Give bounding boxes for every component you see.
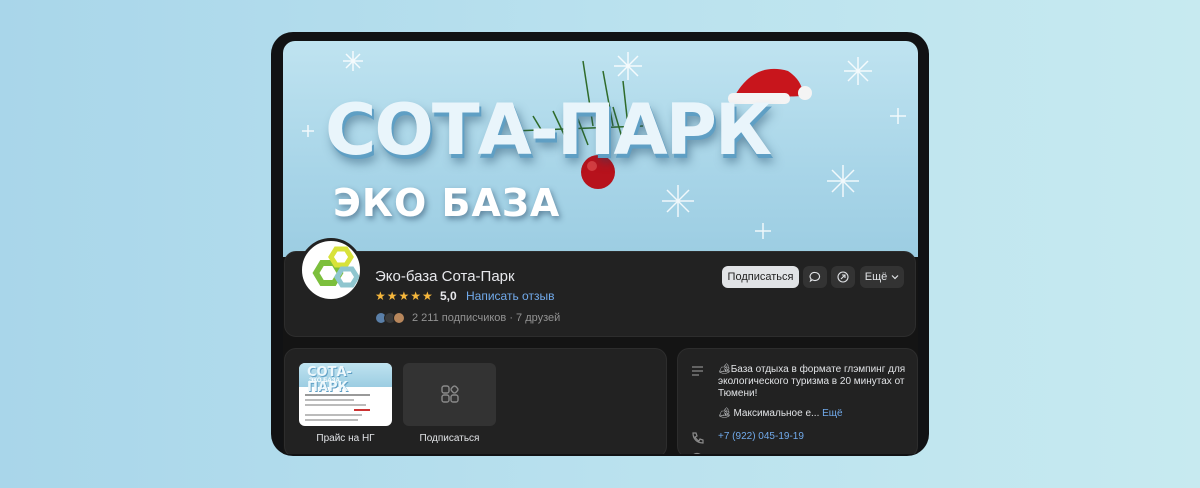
text-lines-icon	[692, 366, 703, 376]
description-row: 🏕База отдыха в формате глэмпинг для экол…	[690, 364, 908, 400]
share-button[interactable]	[831, 266, 855, 288]
more-button[interactable]: Ещё	[860, 266, 904, 288]
description-text: 🏕База отдыха в формате глэмпинг для экол…	[718, 364, 906, 399]
subscribers-count: 2 211 подписчиков · 7 друзей	[412, 312, 561, 324]
rating-value: 5,0	[440, 289, 457, 303]
message-button[interactable]	[803, 266, 827, 288]
message-icon	[809, 271, 821, 283]
globe-icon	[693, 452, 701, 454]
apps-icon	[440, 384, 459, 403]
profile-name: Эко-база Сота-Парк	[375, 268, 515, 285]
thumb-subtitle: ЭКО БАЗА	[309, 378, 340, 384]
friends-subscribers[interactable]: 2 211 подписчиков · 7 друзей	[375, 311, 560, 325]
price-widget-thumbnail[interactable]: СОТА-ПАРК ЭКО БАЗА	[299, 363, 392, 426]
about-panel: 🏕База отдыха в формате глэмпинг для экол…	[677, 348, 918, 454]
phone-number[interactable]: +7 (922) 045-19-19	[718, 431, 908, 445]
subscribe-widget-thumbnail[interactable]	[403, 363, 496, 426]
cover-title: СОТА-ПАРК	[325, 89, 772, 171]
profile-card: Эко-база Сота-Парк ★★★★★ 5,0 Написать от…	[284, 238, 916, 337]
share-icon	[837, 271, 849, 283]
description-more-row: 🏕 Максимальное е... Ещё	[690, 408, 908, 422]
tablet-frame: СОТА-ПАРК ЭКО БАЗА Эко-база Сота-Парк ★★…	[271, 32, 929, 456]
widgets-panel: СОТА-ПАРК ЭКО БАЗА Прайс на НГ Подписать…	[284, 348, 667, 454]
subscribe-button[interactable]: Подписаться	[722, 266, 799, 288]
cover-image: СОТА-ПАРК ЭКО БАЗА	[283, 41, 918, 257]
more-label: Ещё	[864, 271, 888, 283]
price-widget-label[interactable]: Прайс на НГ	[299, 433, 392, 444]
avatar[interactable]	[299, 238, 363, 302]
write-review-link[interactable]: Написать отзыв	[466, 289, 554, 303]
description-more-link[interactable]: Ещё	[822, 408, 842, 419]
app-screen: СОТА-ПАРК ЭКО БАЗА Эко-база Сота-Парк ★★…	[283, 41, 918, 454]
friend-avatar	[393, 312, 405, 324]
website-row[interactable]	[690, 452, 718, 454]
cover-subtitle: ЭКО БАЗА	[333, 181, 561, 225]
rating-stars: ★★★★★	[375, 289, 434, 303]
chevron-down-icon	[891, 275, 899, 280]
description-continuation: 🏕 Максимальное е...	[718, 408, 820, 419]
subscribe-widget-label[interactable]: Подписаться	[403, 433, 496, 444]
phone-row[interactable]: +7 (922) 045-19-19	[690, 431, 908, 445]
phone-icon	[692, 432, 704, 444]
